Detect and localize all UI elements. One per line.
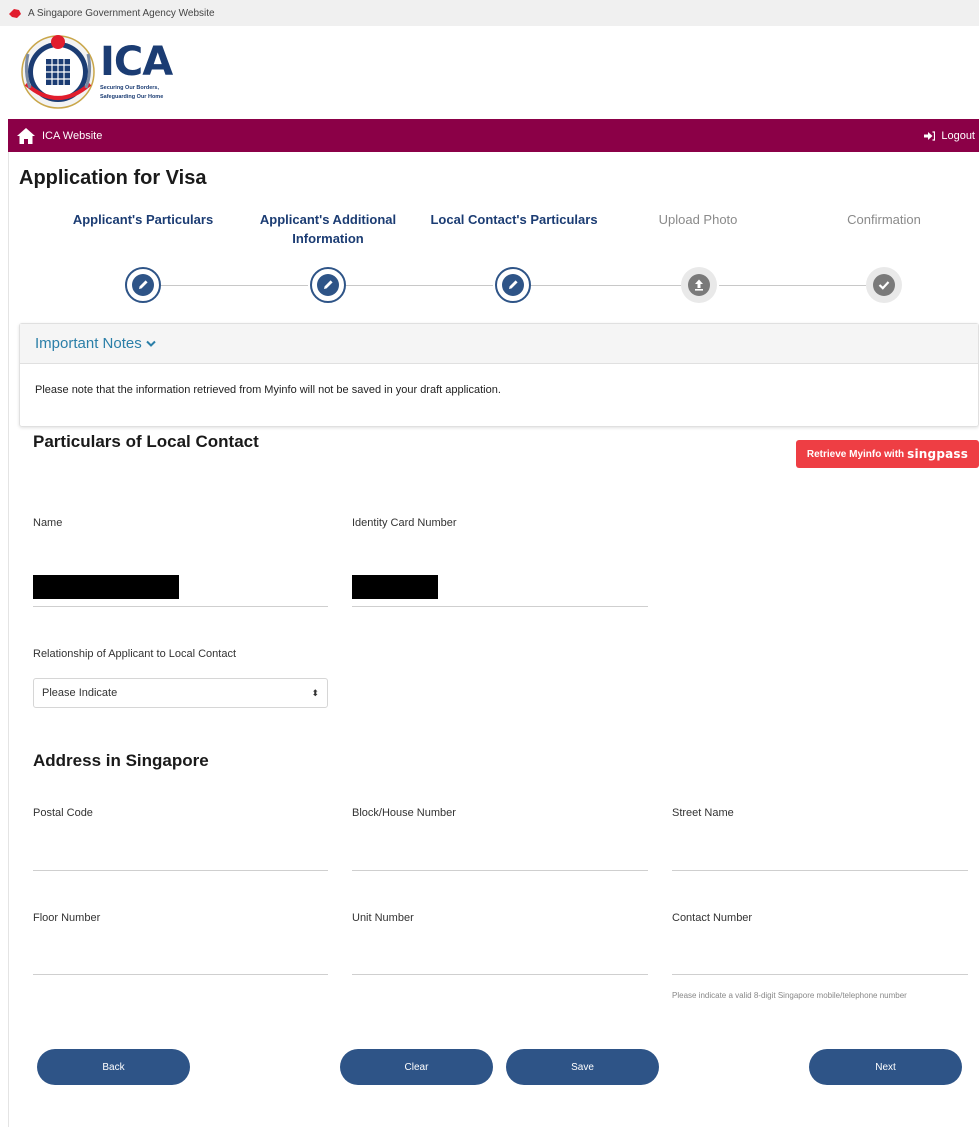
floor-number-label: Floor Number [33,912,101,924]
masthead-text: A Singapore Government Agency Website [28,7,215,19]
logout-label: Logout [941,129,975,142]
step-connector [161,285,308,286]
logout-icon [924,130,936,141]
important-notes-heading: Important Notes [35,335,142,352]
step-connector [346,285,493,286]
postal-code-input[interactable] [33,870,328,871]
identity-card-field[interactable] [352,606,648,607]
important-notes-body: Please note that the information retriev… [35,384,501,396]
step-1-label-line-1: Applicant's Particulars [72,212,214,227]
redacted-identity-card-value [352,575,438,599]
unit-number-label: Unit Number [352,912,414,924]
home-link[interactable]: ICA Website [16,127,102,145]
step-2-edit-badge-icon[interactable] [310,267,346,303]
block-house-label: Block/House Number [352,807,456,819]
important-notes-panel: Important Notes Please note that the inf… [19,323,979,427]
step-5-check-badge-icon [866,267,902,303]
step-3-edit-badge-icon[interactable] [495,267,531,303]
contact-number-label: Contact Number [672,912,753,924]
unit-number-input[interactable] [352,974,648,975]
contact-number-input[interactable] [672,974,968,975]
name-field[interactable] [33,606,328,607]
ica-logo[interactable]: ICA Securing Our Borders, Safeguarding O… [20,32,173,110]
street-name-input[interactable] [672,870,968,871]
home-link-label: ICA Website [42,129,103,142]
next-button[interactable]: Next [809,1049,962,1085]
step-3-label-line-1: Local Contact's Particulars [430,212,598,227]
sort-arrows-icon: ⬍ [311,687,319,698]
floor-number-input[interactable] [33,974,328,975]
government-masthead: A Singapore Government Agency Website [0,0,979,26]
logo-tagline-line-1: Securing Our Borders, [100,85,159,91]
home-icon [17,127,35,144]
singpass-wordmark: singpass [907,447,969,461]
step-2-label[interactable]: Applicant's Additional Information [245,210,411,248]
relationship-select-value: Please Indicate [42,687,118,699]
lion-head-icon [9,8,21,18]
step-2-label-line-2: Information [292,231,364,246]
back-button[interactable]: Back [37,1049,190,1085]
page-title: Application for Visa [19,167,207,189]
contact-number-hint: Please indicate a valid 8-digit Singapor… [672,991,907,1000]
page-left-rule [8,152,9,1127]
logo-wordmark: ICA [100,39,173,85]
step-1-edit-badge-icon[interactable] [125,267,161,303]
logo-tagline-line-2: Safeguarding Our Home [100,94,164,100]
retrieve-myinfo-singpass-button[interactable]: Retrieve Myinfo with singpass [796,440,979,468]
step-2-label-line-1: Applicant's Additional [259,212,397,227]
identity-card-label: Identity Card Number [352,517,457,529]
block-house-input[interactable] [352,870,648,871]
clear-button[interactable]: Clear [340,1049,493,1085]
singpass-button-label: Retrieve Myinfo with [806,448,905,460]
name-label: Name [33,517,63,529]
save-button[interactable]: Save [506,1049,659,1085]
step-4-label-line-1: Upload Photo [658,212,738,227]
step-1-label[interactable]: Applicant's Particulars [60,210,226,229]
ica-seal-icon [21,35,95,109]
step-3-label[interactable]: Local Contact's Particulars [416,210,612,229]
important-notes-toggle[interactable]: Important Notes [20,324,978,364]
street-name-label: Street Name [672,807,734,819]
step-4-label: Upload Photo [615,210,781,229]
top-navbar: ICA Website Logout [8,119,979,152]
chevron-down-icon [146,340,156,347]
step-5-label-line-1: Confirmation [847,212,921,227]
step-connector [719,285,866,286]
address-section-title: Address in Singapore [33,751,209,770]
relationship-select[interactable]: Please Indicate ⬍ [33,678,328,708]
step-connector [531,285,681,286]
relationship-label: Relationship of Applicant to Local Conta… [33,648,237,660]
step-4-upload-badge-icon [681,267,717,303]
step-5-label: Confirmation [801,210,967,229]
postal-code-label: Postal Code [33,807,93,819]
logout-link[interactable]: Logout [924,130,975,142]
redacted-name-value [33,575,179,599]
local-contact-section-title: Particulars of Local Contact [33,432,259,451]
